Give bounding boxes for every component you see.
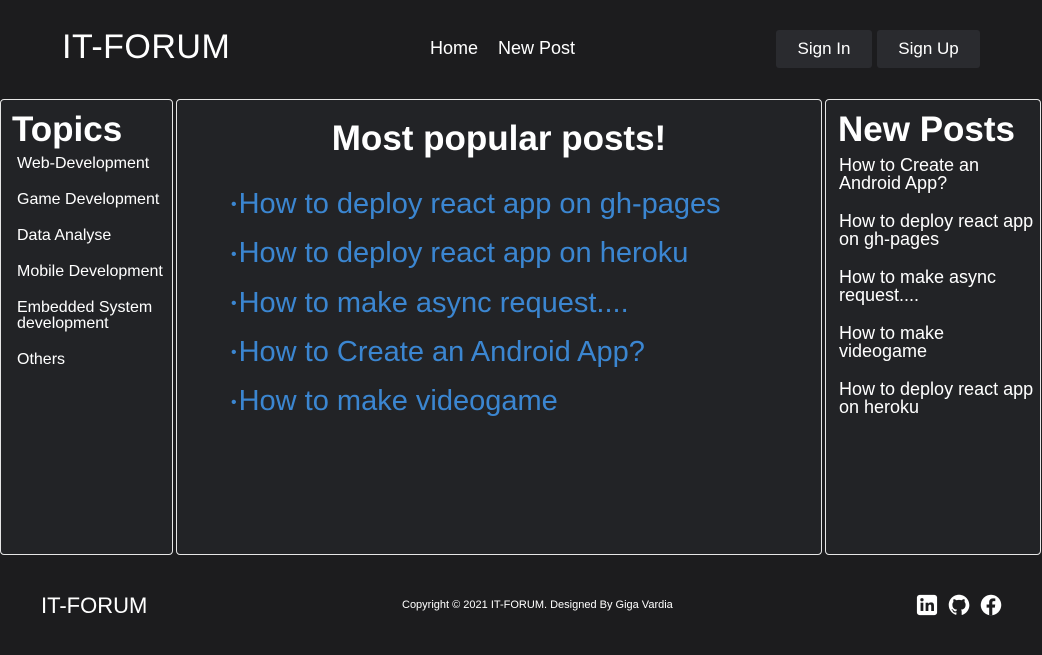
topic-item-data-analyse[interactable]: Data Analyse (17, 228, 167, 244)
linkedin-icon[interactable] (916, 594, 938, 616)
facebook-icon[interactable] (980, 594, 1002, 616)
nav-new-post-link[interactable]: New Post (498, 38, 575, 59)
bullet-icon: • (231, 196, 237, 214)
popular-post-title: How to Create an Android App? (238, 336, 645, 369)
new-posts-panel: New Posts How to Create an Android App? … (825, 99, 1041, 555)
topic-item-game-development[interactable]: Game Development (17, 192, 167, 208)
popular-posts-panel: Most popular posts! •How to deploy react… (176, 99, 822, 555)
footer-logo[interactable]: IT-FORUM (41, 593, 147, 619)
bullet-icon: • (231, 344, 237, 362)
topic-item-mobile-development[interactable]: Mobile Development (17, 264, 167, 280)
popular-post-title: How to deploy react app on gh-pages (238, 188, 721, 220)
new-post-item[interactable]: How to Create an Android App? (839, 156, 1034, 192)
bullet-icon: • (231, 295, 237, 313)
social-links (916, 594, 1002, 616)
site-footer: IT-FORUM Copyright © 2021 IT-FORUM. Desi… (0, 556, 1042, 655)
bullet-icon: • (231, 245, 237, 263)
copyright-text: Copyright © 2021 IT-FORUM. Designed By G… (402, 599, 673, 611)
popular-post-link[interactable]: •How to Create an Android App? (231, 328, 721, 377)
popular-post-title: How to make videogame (238, 385, 558, 418)
new-post-list: How to Create an Android App? How to dep… (839, 156, 1034, 436)
popular-post-link[interactable]: •How to make async request.... (231, 279, 721, 328)
popular-post-title: How to make async request.... (238, 286, 629, 319)
bullet-icon: • (231, 393, 237, 411)
site-logo[interactable]: IT-FORUM (62, 28, 230, 67)
sign-up-button[interactable]: Sign Up (877, 30, 980, 68)
topic-item-embedded-system[interactable]: Embedded System development (17, 300, 167, 332)
popular-post-title: How to deploy react app on heroku (238, 237, 689, 270)
popular-post-list: •How to deploy react app on gh-pages •Ho… (231, 180, 721, 427)
topic-item-web-development[interactable]: Web-Development (17, 156, 167, 172)
nav-home-link[interactable]: Home (430, 38, 478, 59)
auth-buttons: Sign In Sign Up (776, 30, 980, 68)
sign-in-button[interactable]: Sign In (776, 30, 872, 68)
topics-panel: Topics Web-Development Game Development … (0, 99, 173, 555)
popular-posts-title: Most popular posts! (331, 119, 667, 158)
new-post-item[interactable]: How to make async request.... (839, 268, 1034, 304)
popular-post-link[interactable]: •How to deploy react app on heroku (231, 229, 721, 278)
github-icon[interactable] (948, 594, 970, 616)
topic-item-others[interactable]: Others (17, 352, 167, 368)
new-post-item[interactable]: How to make videogame (839, 324, 1034, 360)
new-post-item[interactable]: How to deploy react app on gh-pages (839, 212, 1034, 248)
site-header: IT-FORUM Home New Post Sign In Sign Up (0, 0, 1042, 98)
popular-post-link[interactable]: •How to deploy react app on gh-pages (231, 180, 721, 229)
popular-post-link[interactable]: •How to make videogame (231, 377, 721, 426)
new-post-item[interactable]: How to deploy react app on heroku (839, 380, 1034, 416)
main-nav: Home New Post (430, 38, 575, 59)
new-posts-title: New Posts (838, 110, 1015, 149)
topics-title: Topics (12, 110, 123, 149)
topic-list: Web-Development Game Development Data An… (17, 156, 167, 388)
